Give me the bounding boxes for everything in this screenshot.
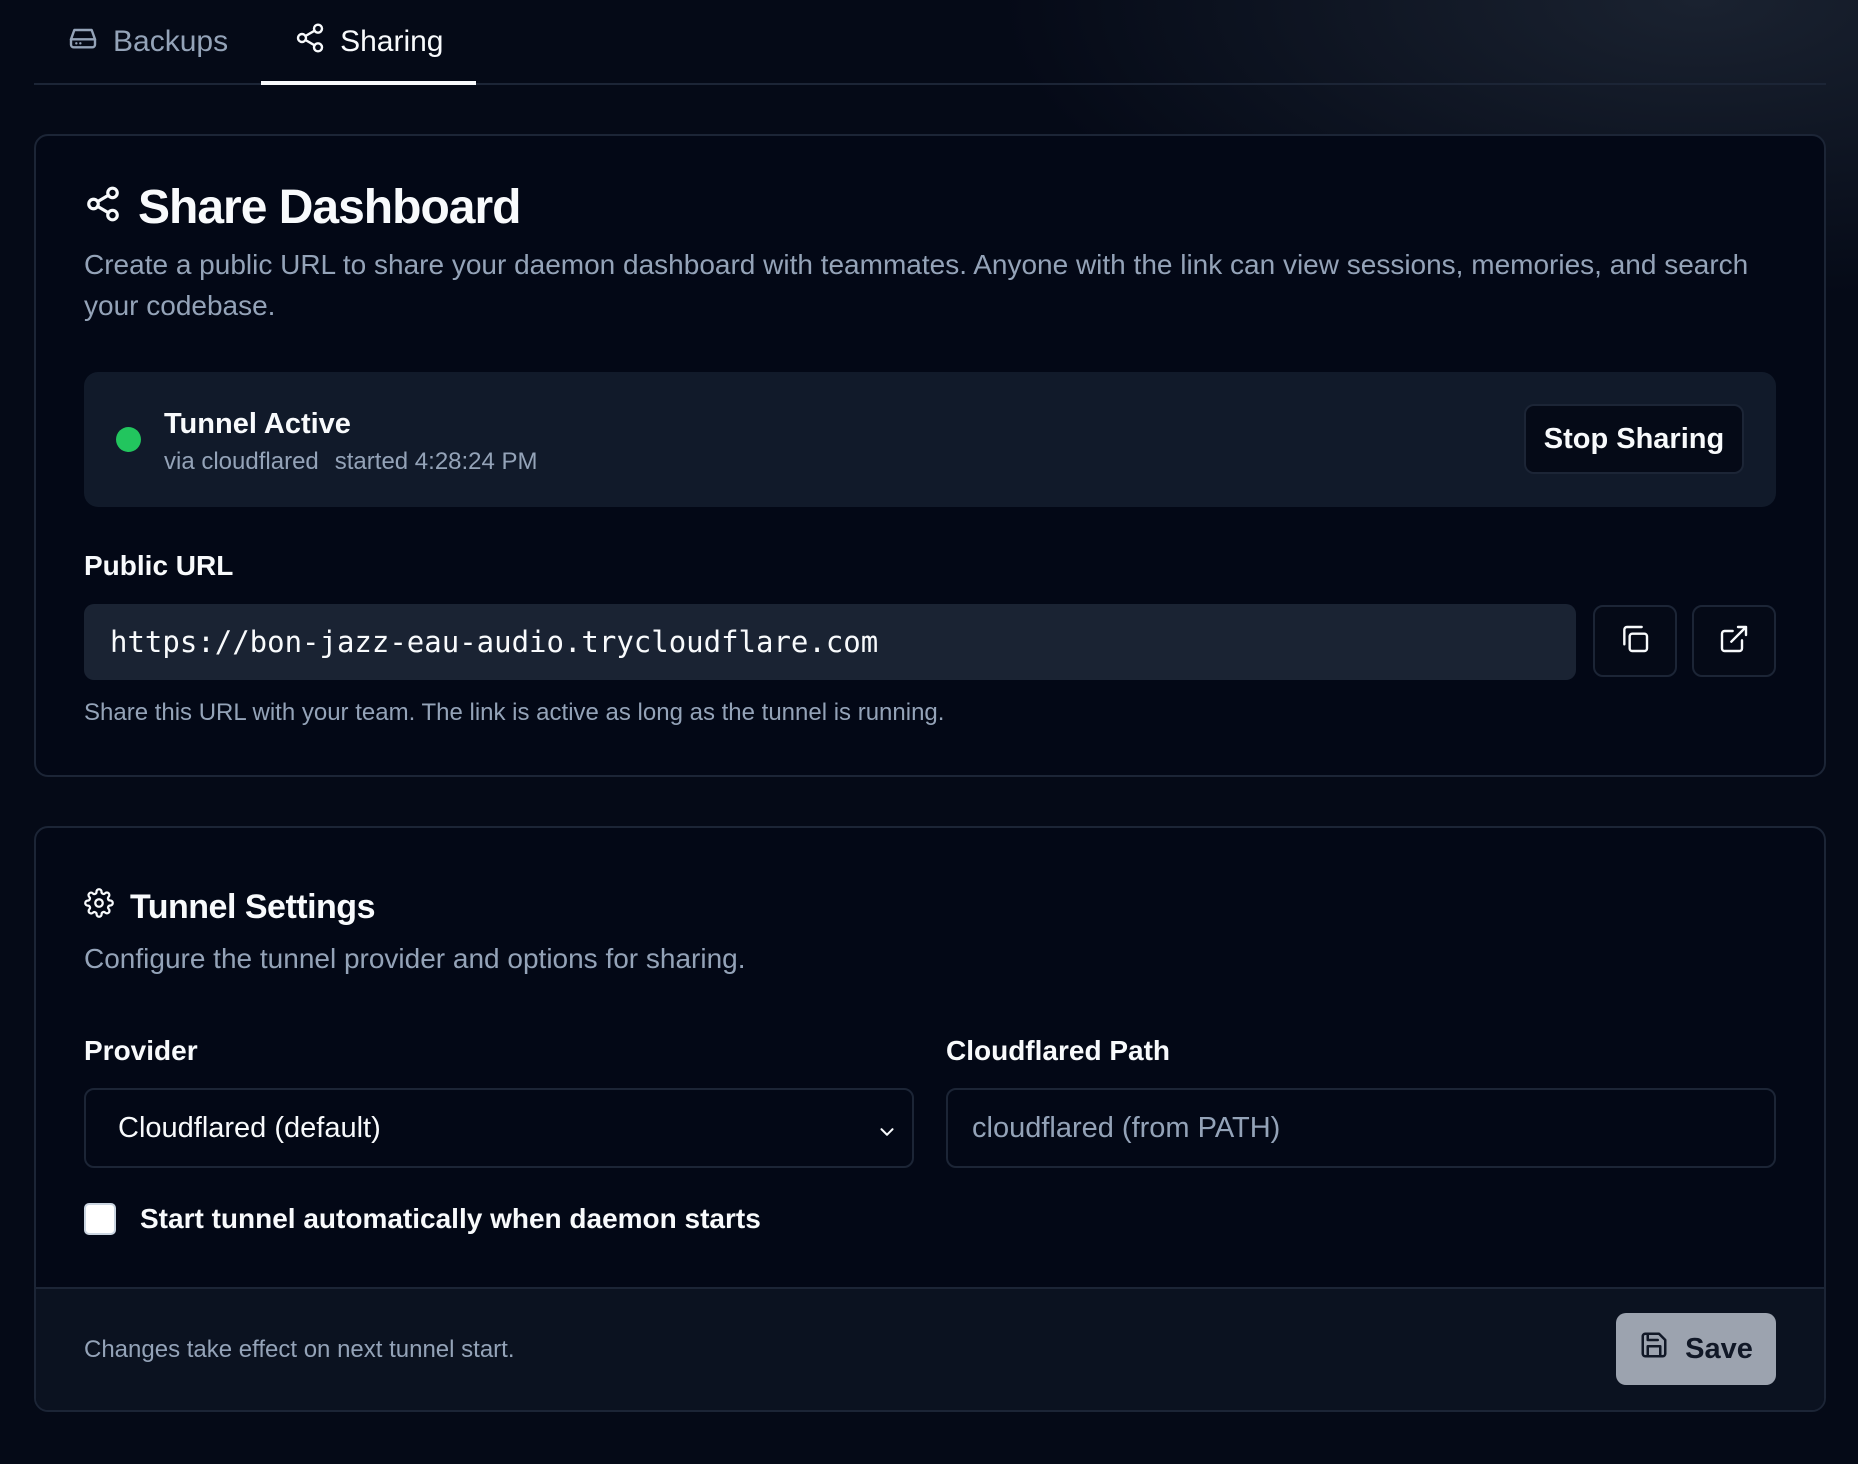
autostart-label: Start tunnel automatically when daemon s… bbox=[140, 1203, 761, 1234]
tab-label: Backups bbox=[113, 24, 229, 58]
share-dashboard-heading: Share Dashboard bbox=[84, 180, 521, 235]
settings-footer: Changes take effect on next tunnel start… bbox=[36, 1287, 1824, 1410]
tab-sharing[interactable]: Sharing bbox=[261, 0, 477, 85]
status-provider: via cloudflared bbox=[164, 448, 319, 475]
hard-drive-icon bbox=[67, 22, 99, 62]
tab-bar: Backups Sharing bbox=[34, 0, 1826, 85]
save-button[interactable]: Save bbox=[1616, 1313, 1776, 1385]
status-title: Tunnel Active bbox=[164, 408, 351, 440]
tab-backups[interactable]: Backups bbox=[34, 0, 261, 83]
external-link-icon bbox=[1718, 623, 1750, 660]
status-started: started 4:28:24 PM bbox=[334, 448, 538, 475]
autostart-checkbox[interactable] bbox=[84, 1203, 116, 1235]
public-url-field[interactable]: https://bon-jazz-eau-audio.trycloudflare… bbox=[84, 604, 1576, 680]
status-details: via cloudflared started 4:28:24 PM bbox=[164, 448, 538, 476]
settings-description: Configure the tunnel provider and option… bbox=[84, 943, 746, 974]
footer-note: Changes take effect on next tunnel start… bbox=[84, 1336, 515, 1363]
provider-selected-value: Cloudflared (default) bbox=[118, 1111, 381, 1144]
autostart-option[interactable]: Start tunnel automatically when daemon s… bbox=[84, 1203, 761, 1235]
chevron-down-icon bbox=[876, 1118, 898, 1140]
stop-sharing-button[interactable]: Stop Sharing bbox=[1524, 404, 1744, 474]
status-indicator bbox=[116, 427, 141, 452]
share-icon bbox=[294, 22, 326, 62]
url-hint: Share this URL with your team. The link … bbox=[84, 699, 945, 726]
tunnel-settings-card: Tunnel Settings Configure the tunnel pro… bbox=[34, 826, 1826, 1412]
share-description: Create a public URL to share your daemon… bbox=[84, 249, 1749, 321]
save-label: Save bbox=[1685, 1332, 1753, 1365]
tunnel-settings-heading: Tunnel Settings bbox=[84, 888, 375, 927]
page: Backups Sharing Share Dashboard Create a… bbox=[0, 0, 1858, 1464]
save-icon bbox=[1639, 1330, 1669, 1368]
public-url-label: Public URL bbox=[84, 550, 234, 581]
page-title: Share Dashboard bbox=[138, 181, 521, 234]
cloudflared-path-input[interactable]: cloudflared (from PATH) bbox=[946, 1088, 1776, 1168]
open-url-button[interactable] bbox=[1692, 605, 1776, 677]
gear-icon bbox=[84, 888, 114, 927]
tunnel-status-panel: Tunnel Active via cloudflared started 4:… bbox=[84, 372, 1776, 507]
tab-label: Sharing bbox=[340, 24, 444, 58]
share-icon bbox=[84, 180, 122, 235]
section-title: Tunnel Settings bbox=[130, 888, 375, 926]
provider-select[interactable]: Cloudflared (default) bbox=[84, 1088, 914, 1168]
copy-url-button[interactable] bbox=[1593, 605, 1677, 677]
copy-icon bbox=[1619, 623, 1651, 660]
provider-label: Provider bbox=[84, 1035, 198, 1066]
cloudflared-path-label: Cloudflared Path bbox=[946, 1035, 1171, 1066]
